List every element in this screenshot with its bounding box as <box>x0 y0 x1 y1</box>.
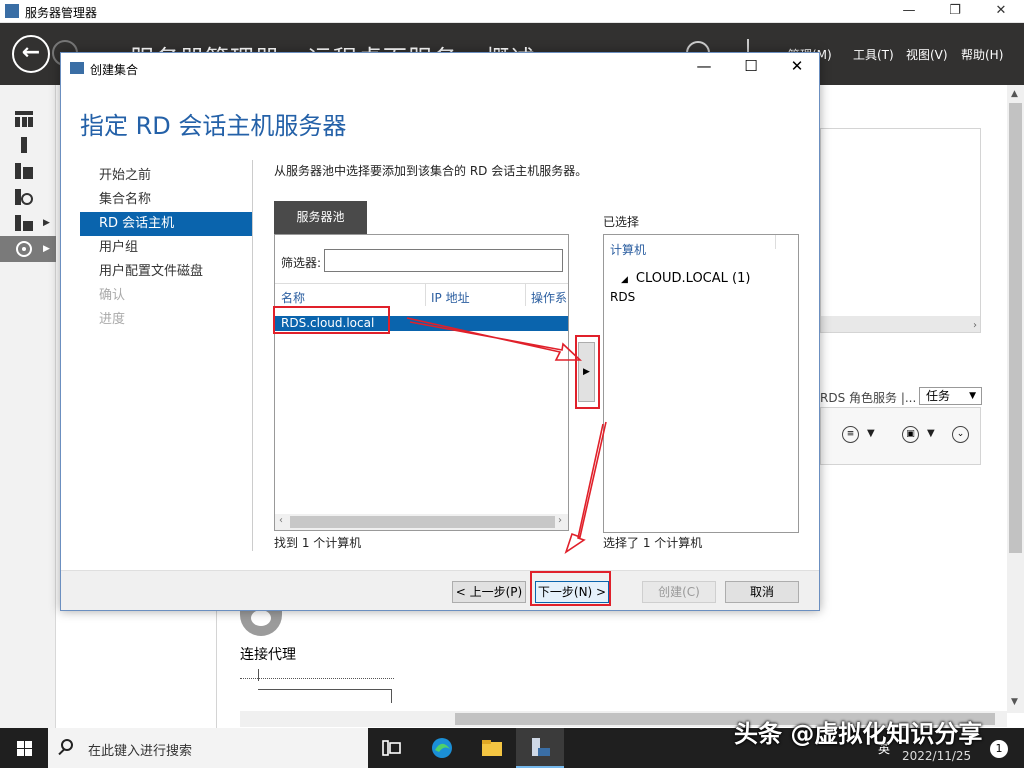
menu-tools[interactable]: 工具(T) <box>853 46 894 63</box>
scroll-right-icon[interactable]: › <box>973 320 977 331</box>
step-user-groups[interactable]: 用户组 <box>80 236 252 260</box>
filter-input[interactable] <box>324 249 563 272</box>
step-rd-session-host[interactable]: RD 会话主机 <box>80 212 252 236</box>
step-progress: 进度 <box>99 312 126 327</box>
annotation-box-add <box>575 335 600 409</box>
create-collection-dialog: 创建集合 — ☐ ✕ 指定 RD 会话主机服务器 开始之前 集合名称 RD 会话… <box>60 52 820 611</box>
all-servers-icon[interactable] <box>15 163 33 179</box>
chevron-down-icon: ▼ <box>969 391 976 401</box>
connection-broker-label: 连接代理 <box>240 647 296 663</box>
server-manager-icon <box>70 62 84 74</box>
list-icon[interactable]: ≡ <box>842 426 859 443</box>
column-header-os[interactable]: 操作系 <box>531 289 567 306</box>
file-explorer-icon[interactable] <box>480 736 504 760</box>
previous-button[interactable]: < 上一步(P) <box>452 581 526 603</box>
restore-button[interactable]: ❐ <box>932 0 978 23</box>
local-server-icon[interactable] <box>15 137 33 153</box>
menu-view[interactable]: 视图(V) <box>906 46 948 63</box>
tab-server-pool[interactable]: 服务器池 <box>274 201 367 234</box>
selected-count: 选择了 1 个计算机 <box>603 536 703 550</box>
horizontal-scrollbar[interactable] <box>821 316 980 332</box>
scroll-up-icon[interactable]: ▲ <box>1011 89 1018 99</box>
step-user-profile-disks[interactable]: 用户配置文件磁盘 <box>80 260 252 284</box>
column-header-name[interactable]: 名称 <box>281 289 305 306</box>
dialog-titlebar: 创建集合 — ☐ ✕ <box>61 53 819 84</box>
task-view-icon[interactable] <box>380 736 404 760</box>
clock-date[interactable]: 2022/11/25 <box>902 749 971 763</box>
server-manager-icon <box>5 4 19 18</box>
menu-help[interactable]: 帮助(H) <box>961 46 1003 63</box>
step-confirmation: 确认 <box>99 288 126 303</box>
server-manager-nav: ▶ ▶ <box>0 85 56 733</box>
server-manager-titlebar: 服务器管理器 — ❐ ✕ <box>0 0 1024 23</box>
expand-arrow-icon[interactable]: ▶ <box>43 218 50 228</box>
dialog-maximize-button[interactable]: ☐ <box>736 57 766 75</box>
column-header-ip[interactable]: IP 地址 <box>431 289 470 306</box>
remote-desktop-services-icon[interactable] <box>15 241 33 257</box>
vertical-scrollbar[interactable]: ▲ ▼ <box>1007 85 1024 713</box>
collapse-triangle-icon[interactable]: ◢ <box>621 275 628 285</box>
found-count: 找到 1 个计算机 <box>274 536 362 550</box>
annotation-box-next <box>530 571 611 606</box>
taskbar-search[interactable]: 在此键入进行搜索 <box>48 728 368 768</box>
scroll-left-icon[interactable]: ‹ <box>279 515 283 526</box>
dialog-footer: < 上一步(P) 下一步(N) > 创建(C) 取消 <box>61 570 819 610</box>
app-title: 服务器管理器 <box>25 6 98 20</box>
annotation-box-server <box>273 306 390 334</box>
scrollbar-thumb[interactable] <box>290 516 555 528</box>
list-item[interactable]: RDS <box>610 290 635 304</box>
iis-icon[interactable] <box>15 215 33 231</box>
watermark: 头条 @虚拟化知识分享 <box>734 720 983 748</box>
selected-group[interactable]: ◢ CLOUD.LOCAL (1) <box>621 271 750 286</box>
search-icon <box>61 739 73 751</box>
back-arrow-icon[interactable]: ← <box>12 35 50 73</box>
dialog-close-button[interactable]: ✕ <box>782 57 812 75</box>
cancel-button[interactable]: 取消 <box>725 581 799 603</box>
save-icon[interactable]: ▣ <box>902 426 919 443</box>
server-manager-icon <box>532 738 550 756</box>
page-title: 指定 RD 会话主机服务器 <box>80 112 347 140</box>
server-pool-panel: 筛选器: 名称 IP 地址 操作系 RDS.cloud.local ‹ › <box>274 234 569 531</box>
scroll-right-icon[interactable]: › <box>558 515 562 526</box>
search-input[interactable]: 在此键入进行搜索 <box>88 740 192 759</box>
minimize-button[interactable]: — <box>886 0 932 23</box>
dialog-minimize-button[interactable]: — <box>689 57 719 75</box>
server-manager-taskbar-button[interactable] <box>516 728 564 768</box>
tasks-label: 任务 <box>926 389 951 403</box>
dashboard-icon[interactable] <box>15 111 33 127</box>
server-pool-header: 名称 IP 地址 操作系 <box>275 283 568 307</box>
wizard-steps: 开始之前 集合名称 RD 会话主机 用户组 用户配置文件磁盘 确认 进度 <box>80 164 252 332</box>
step-collection-name[interactable]: 集合名称 <box>80 188 252 212</box>
column-header-computer[interactable]: 计算机 <box>610 241 646 258</box>
selected-group-label: CLOUD.LOCAL (1) <box>635 271 751 286</box>
create-button: 创建(C) <box>642 581 716 603</box>
chevron-down-icon[interactable]: ▼ <box>927 428 935 439</box>
rds-roles-label: RDS 角色服务 |... <box>820 391 917 405</box>
selected-panel: 计算机 ◢ CLOUD.LOCAL (1) RDS <box>603 234 799 533</box>
expand-circle-icon[interactable]: ⌄ <box>952 426 969 443</box>
dialog-title: 创建集合 <box>90 63 139 77</box>
selected-label: 已选择 <box>603 215 640 229</box>
file-services-icon[interactable] <box>15 189 33 205</box>
scrollbar-thumb[interactable] <box>1009 103 1022 553</box>
step-before-you-begin[interactable]: 开始之前 <box>80 164 252 188</box>
overview-panel: › <box>820 128 981 333</box>
steps-divider <box>252 160 253 551</box>
deployment-connector <box>240 669 394 704</box>
filter-label: 筛选器: <box>281 256 322 270</box>
expand-arrow-icon[interactable]: ▶ <box>43 244 50 254</box>
tasks-dropdown[interactable]: 任务 ▼ <box>919 387 982 405</box>
edge-browser-icon[interactable] <box>430 736 454 760</box>
windows-start-icon[interactable] <box>0 728 48 768</box>
instruction-text: 从服务器池中选择要添加到该集合的 RD 会话主机服务器。 <box>274 164 588 178</box>
close-button[interactable]: ✕ <box>978 0 1024 23</box>
chevron-down-icon[interactable]: ▼ <box>867 428 875 439</box>
scroll-down-icon[interactable]: ▼ <box>1011 697 1018 707</box>
horizontal-scrollbar[interactable]: ‹ › <box>275 514 568 530</box>
notification-badge[interactable]: 1 <box>990 740 1008 758</box>
role-services-toolbar: ≡ ▼ ▣ ▼ ⌄ <box>820 407 981 465</box>
